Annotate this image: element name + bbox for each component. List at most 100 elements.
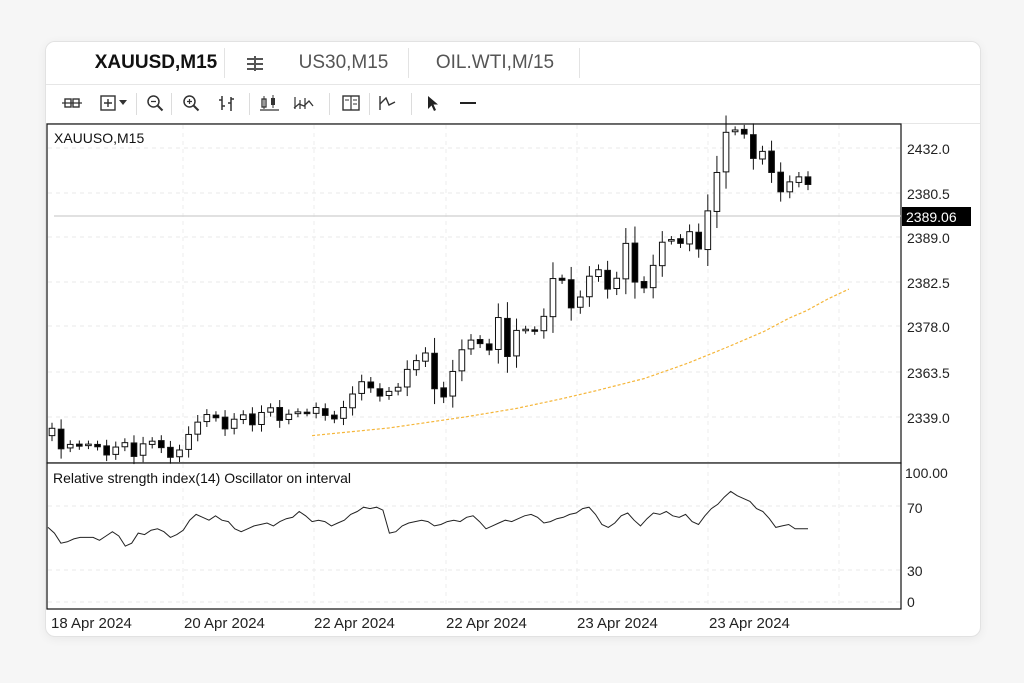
rsi-label: Relative strength index(14) Oscillator o… bbox=[53, 470, 351, 486]
bullish-candle bbox=[722, 131, 730, 173]
bullish-candle bbox=[112, 446, 120, 455]
bullish-candle bbox=[449, 370, 457, 397]
bullish-candle bbox=[394, 386, 402, 392]
time-tick-label: 23 Apr 2024 bbox=[709, 615, 790, 632]
bullish-candle bbox=[549, 278, 557, 318]
bullish-candle bbox=[413, 360, 420, 371]
bearish-candle bbox=[303, 411, 311, 415]
bearish-candle bbox=[768, 150, 775, 173]
price-tick-label: 2382.5 bbox=[907, 275, 950, 291]
bearish-candle bbox=[57, 428, 65, 450]
bullish-candle bbox=[285, 413, 293, 421]
price-panel-frame bbox=[46, 123, 902, 464]
time-tick-label: 18 Apr 2024 bbox=[51, 615, 132, 632]
bearish-candle bbox=[440, 387, 447, 398]
bullish-candle bbox=[312, 406, 320, 414]
bearish-candle bbox=[777, 171, 784, 193]
bearish-candle bbox=[485, 343, 493, 351]
time-tick-label: 23 Apr 2024 bbox=[577, 615, 658, 632]
bearish-candle bbox=[321, 408, 329, 416]
bullish-candle bbox=[658, 241, 666, 267]
bullish-candle bbox=[494, 317, 502, 350]
bearish-candle bbox=[276, 406, 284, 421]
bearish-candle bbox=[677, 238, 684, 244]
price-tick-label: 2378.0 bbox=[907, 319, 950, 335]
bullish-candle bbox=[458, 349, 466, 372]
bearish-candle bbox=[631, 242, 639, 283]
bearish-candle bbox=[376, 388, 384, 397]
bullish-candle bbox=[85, 443, 92, 447]
chart-area[interactable]: XAUUSO,M15 Relative strength index(14) O… bbox=[46, 42, 980, 636]
bearish-candle bbox=[695, 231, 703, 250]
bullish-candle bbox=[239, 414, 247, 421]
bullish-candle bbox=[349, 393, 356, 409]
bearish-candle bbox=[750, 134, 757, 159]
bullish-candle bbox=[203, 414, 211, 423]
bullish-candle bbox=[139, 443, 147, 456]
bullish-candle bbox=[795, 176, 803, 183]
bullish-candle bbox=[595, 269, 602, 278]
bullish-candle bbox=[176, 449, 183, 458]
rsi-tick-label: 30 bbox=[907, 563, 923, 579]
bearish-candle bbox=[531, 329, 539, 332]
bearish-candle bbox=[157, 440, 165, 449]
bearish-candle bbox=[221, 416, 229, 430]
time-tick-label: 20 Apr 2024 bbox=[184, 615, 265, 632]
rsi-axis: 100.00 70 30 0 bbox=[905, 465, 948, 610]
bullish-candle bbox=[294, 411, 302, 415]
bullish-candle bbox=[267, 407, 274, 413]
bullish-candle bbox=[522, 328, 529, 332]
bearish-candle bbox=[212, 414, 220, 419]
bearish-candle bbox=[331, 414, 338, 420]
time-tick-label: 22 Apr 2024 bbox=[314, 615, 395, 632]
bullish-candle bbox=[185, 433, 192, 450]
bullish-candle bbox=[540, 315, 548, 332]
bullish-candle bbox=[48, 427, 56, 437]
bullish-candle bbox=[704, 210, 712, 251]
bullish-candle bbox=[731, 129, 739, 133]
bullish-candle bbox=[622, 242, 630, 280]
bullish-candle bbox=[385, 390, 393, 396]
bullish-candle bbox=[686, 231, 693, 245]
bullish-candle bbox=[340, 406, 347, 419]
price-tick-label: 2339.0 bbox=[907, 410, 950, 426]
bearish-candle bbox=[130, 442, 138, 457]
bullish-candle bbox=[148, 440, 156, 445]
bullish-candle bbox=[230, 418, 238, 429]
bullish-candle bbox=[422, 352, 429, 362]
bearish-candle bbox=[604, 269, 611, 290]
bearish-candle bbox=[476, 339, 484, 345]
bearish-candle bbox=[740, 128, 748, 135]
bearish-candle bbox=[76, 443, 83, 447]
bullish-candle bbox=[713, 171, 721, 212]
bullish-candle bbox=[121, 442, 129, 448]
price-tick-label: 2380.5 bbox=[907, 186, 950, 202]
bearish-candle bbox=[504, 317, 511, 358]
time-axis: 18 Apr 2024 20 Apr 2024 22 Apr 2024 22 A… bbox=[51, 615, 790, 632]
bearish-candle bbox=[94, 443, 101, 448]
bearish-candle bbox=[431, 352, 438, 390]
bullish-candle bbox=[586, 275, 593, 298]
bearish-candle bbox=[558, 277, 566, 281]
bullish-candle bbox=[576, 296, 584, 308]
bullish-candle bbox=[358, 381, 366, 394]
bullish-candle bbox=[194, 421, 202, 435]
bearish-candle bbox=[804, 176, 812, 185]
price-tick-label: 2389.0 bbox=[907, 230, 950, 246]
bullish-candle bbox=[513, 329, 520, 357]
rsi-tick-label: 0 bbox=[907, 594, 915, 610]
bullish-candle bbox=[759, 150, 766, 160]
bearish-candle bbox=[103, 445, 110, 456]
bearish-candle bbox=[167, 446, 174, 458]
bullish-candle bbox=[786, 181, 794, 193]
bearish-candle bbox=[567, 279, 575, 309]
bullish-candle bbox=[258, 411, 265, 425]
bullish-candle bbox=[613, 277, 621, 290]
rsi-tick-label: 70 bbox=[907, 500, 923, 516]
symbol-label: XAUUSO,M15 bbox=[54, 130, 144, 146]
chart-window: XAUUSD,M15 US30,M15 OIL.WTI,M/15 XAUUSO,… bbox=[45, 41, 981, 637]
bullish-candle bbox=[467, 339, 475, 350]
bearish-candle bbox=[367, 381, 375, 389]
bullish-candle bbox=[403, 368, 411, 388]
bullish-candle bbox=[649, 264, 657, 289]
